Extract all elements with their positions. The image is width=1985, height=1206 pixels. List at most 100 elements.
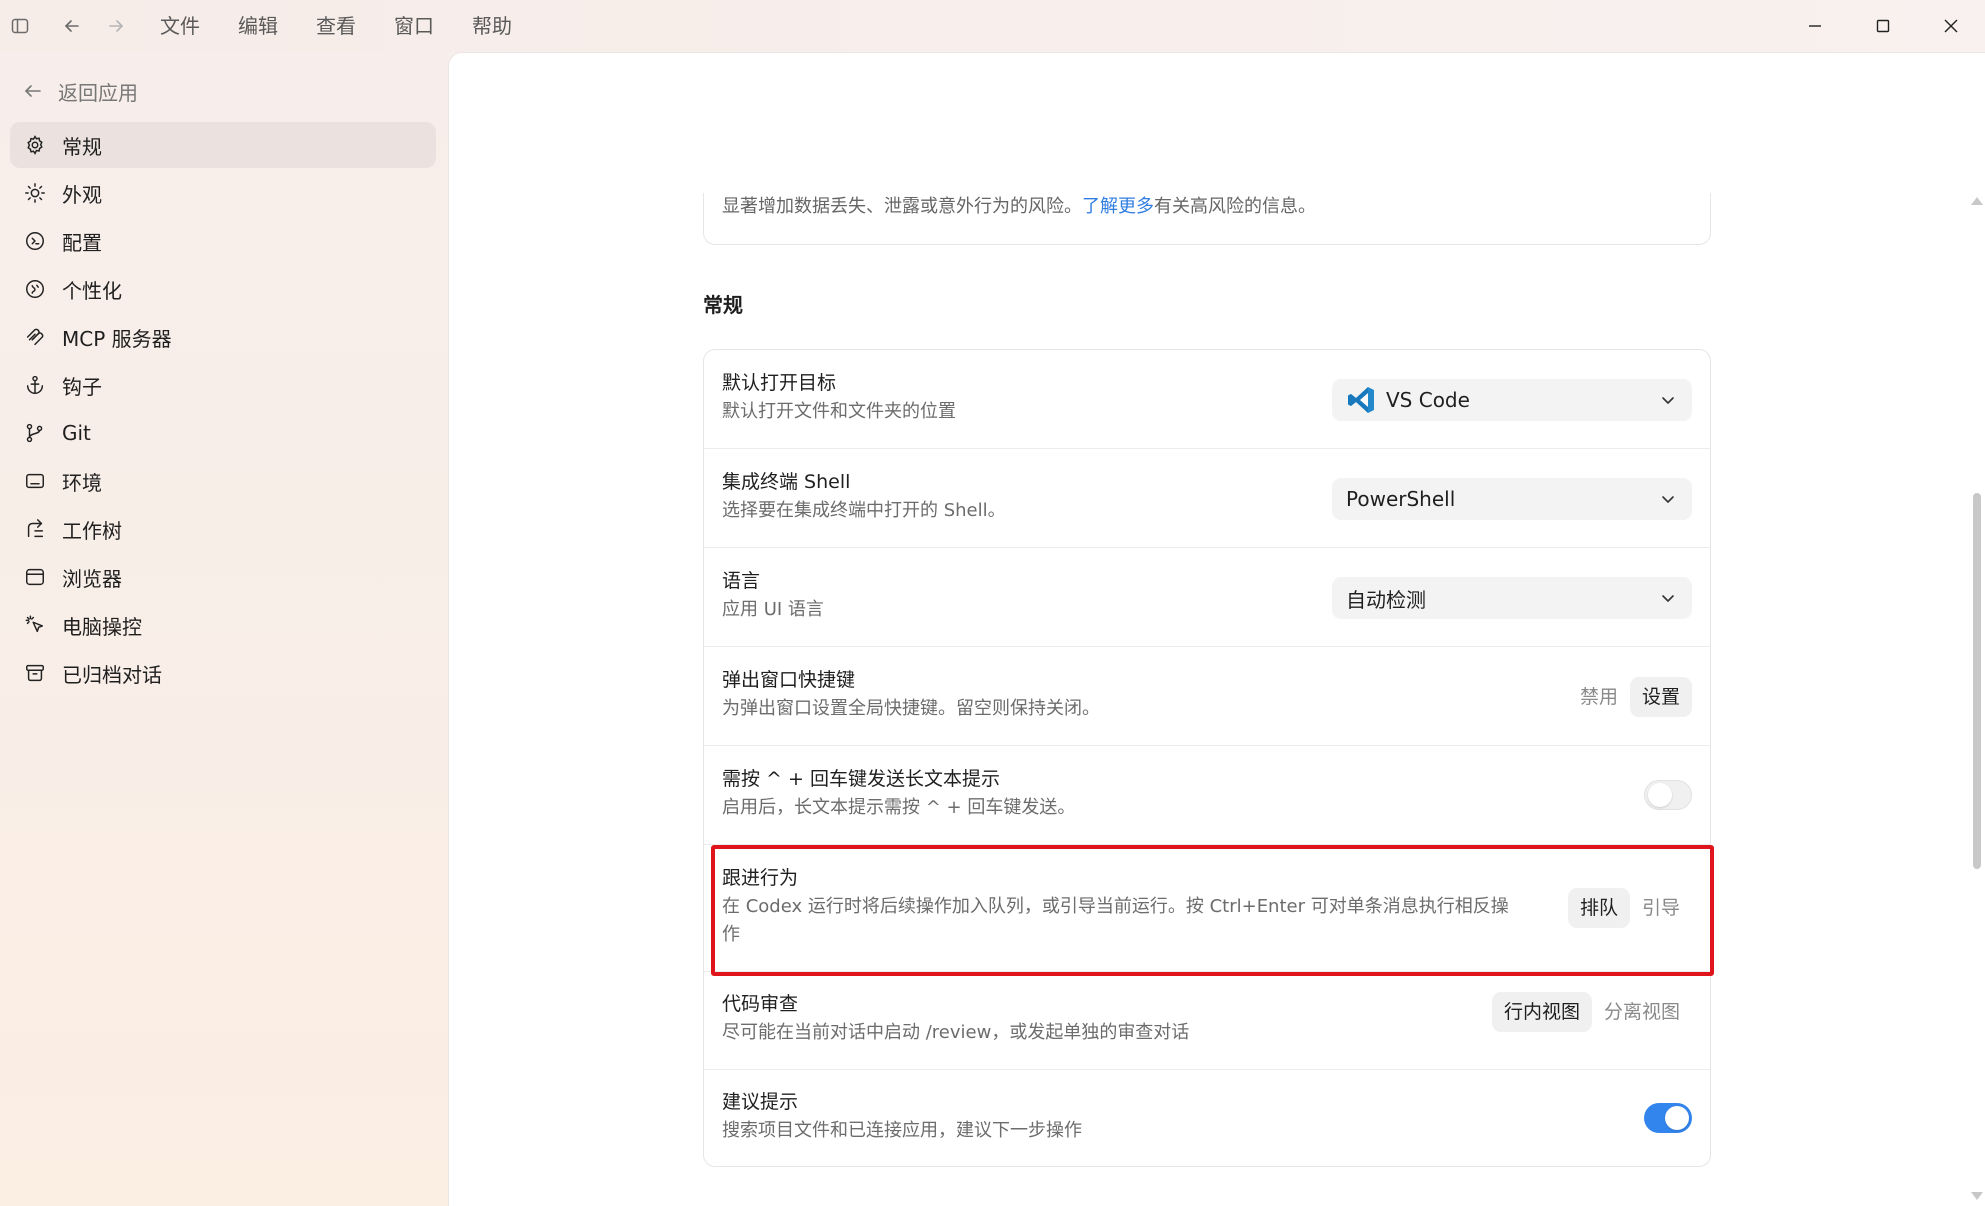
sidebar-item-label: 浏览器: [62, 566, 122, 591]
setting-label: 代码审查: [722, 993, 799, 1015]
setting-label: 语言: [722, 570, 761, 592]
setting-label: 建议提示: [722, 1091, 799, 1113]
chevron-down-icon: [1662, 397, 1674, 404]
worktree-icon: [23, 517, 47, 541]
menu-view[interactable]: 查看: [316, 0, 356, 52]
code-review-option-inline[interactable]: 行内视图: [1491, 992, 1592, 1032]
browser-icon: [23, 565, 47, 589]
sidebar-toggle-icon[interactable]: [2, 0, 38, 52]
sidebar-item-browser[interactable]: 浏览器: [10, 554, 436, 600]
toggle-knob: [1665, 1106, 1689, 1130]
setting-description: 应用 UI 语言: [722, 599, 824, 620]
mcp-icon: [23, 325, 47, 349]
minimize-icon[interactable]: [1781, 0, 1849, 52]
config-icon: [23, 229, 47, 253]
setting-description: 为弹出窗口设置全局快捷键。留空则保持关闭。: [722, 698, 1100, 719]
setting-description: 搜索项目文件和已连接应用，建议下一步操作: [722, 1120, 1082, 1141]
git-branch-icon: [23, 421, 47, 445]
vscode-icon: [1348, 387, 1374, 413]
select-value: PowerShell: [1346, 487, 1456, 511]
settings-content: 显著增加数据丢失、泄露或意外行为的风险。 了解更多 有关高风险的信息。 常规 默认打…: [448, 52, 1985, 1206]
back-to-app-link[interactable]: 返回应用: [22, 74, 138, 108]
sidebar-item-label: 已归档对话: [62, 662, 162, 687]
setting-description: 在 Codex 运行时将后续操作加入队列，或引导当前运行。按 Ctrl+Ente…: [722, 896, 1509, 945]
title-bar: 文件 编辑 查看 窗口 帮助: [0, 0, 1985, 52]
open-target-select[interactable]: VS Code: [1332, 379, 1692, 421]
sidebar-nav: 常规 外观 配置 个性化 MCP 服务器 钩子 Git 环境 工作树 浏览器 电…: [10, 122, 436, 698]
suggestions-toggle[interactable]: [1644, 1103, 1692, 1133]
menu-edit[interactable]: 编辑: [238, 0, 278, 52]
sidebar-item-computer-control[interactable]: 电脑操控: [10, 602, 436, 648]
sidebar-item-environment[interactable]: 环境: [10, 458, 436, 504]
sidebar-item-archived[interactable]: 已归档对话: [10, 650, 436, 696]
setting-description: 选择要在集成终端中打开的 Shell。: [722, 500, 1006, 521]
sidebar-item-label: 常规: [62, 134, 102, 159]
chevron-down-icon: [1662, 595, 1674, 602]
code-review-segmented: 行内视图 分离视图: [1491, 992, 1692, 1032]
back-arrow-icon: [25, 85, 41, 97]
menu-help[interactable]: 帮助: [472, 0, 512, 52]
setting-row-follow-up: 跟进行为 在 Codex 运行时将后续操作加入队列，或引导当前运行。按 Ctrl…: [704, 845, 1710, 972]
setting-description: 启用后，长文本提示需按 ^ + 回车键发送。: [722, 797, 1076, 818]
sidebar-item-appearance[interactable]: 外观: [10, 170, 436, 216]
long-prompt-toggle[interactable]: [1644, 780, 1692, 810]
sidebar-item-label: 外观: [62, 182, 102, 207]
general-settings-card: 默认打开目标 默认打开文件和文件夹的位置 VS Code 集成终端 Shell …: [703, 349, 1711, 1167]
sidebar-item-label: 电脑操控: [62, 614, 142, 639]
gear-icon: [23, 133, 47, 157]
menu-bar: 文件 编辑 查看 窗口 帮助: [160, 0, 550, 52]
setting-label: 跟进行为: [722, 867, 799, 889]
menu-window[interactable]: 窗口: [394, 0, 434, 52]
back-arrow-icon[interactable]: [50, 0, 94, 52]
maximize-icon[interactable]: [1849, 0, 1917, 52]
risk-warning-text-suffix: 有关高风险的信息。: [1154, 196, 1316, 217]
sidebar-item-label: 配置: [62, 230, 102, 255]
disable-hotkey-button[interactable]: 禁用: [1568, 677, 1630, 717]
setting-row-code-review: 代码审查 尽可能在当前对话中启动 /review，或发起单独的审查对话 行内视图…: [704, 972, 1710, 1070]
sidebar-item-mcp[interactable]: MCP 服务器: [10, 314, 436, 360]
shell-select[interactable]: PowerShell: [1332, 478, 1692, 520]
sidebar-item-general[interactable]: 常规: [10, 122, 436, 168]
setting-label: 集成终端 Shell: [722, 471, 851, 493]
scroll-down-arrow[interactable]: [1971, 1192, 1983, 1200]
sidebar-item-config[interactable]: 配置: [10, 218, 436, 264]
risk-warning-card: 显著增加数据丢失、泄露或意外行为的风险。 了解更多 有关高风险的信息。: [703, 193, 1711, 245]
personalize-icon: [23, 277, 47, 301]
setting-description: 默认打开文件和文件夹的位置: [722, 401, 956, 422]
sidebar-item-git[interactable]: Git: [10, 410, 436, 456]
learn-more-link[interactable]: 了解更多: [1082, 196, 1154, 218]
scroll-up-arrow[interactable]: [1971, 197, 1983, 205]
sidebar-item-worktree[interactable]: 工作树: [10, 506, 436, 552]
follow-up-option-steer[interactable]: 引导: [1630, 888, 1692, 928]
sidebar-item-label: 个性化: [62, 278, 122, 303]
follow-up-option-queue[interactable]: 排队: [1567, 888, 1630, 928]
forward-arrow-icon[interactable]: [94, 0, 138, 52]
chevron-down-icon: [1662, 496, 1674, 503]
set-hotkey-button[interactable]: 设置: [1629, 677, 1692, 717]
pointer-click-icon: [23, 613, 47, 637]
setting-row-long-prompt: 需按 ^ + 回车键发送长文本提示 启用后，长文本提示需按 ^ + 回车键发送。: [704, 746, 1710, 845]
sidebar-item-hooks[interactable]: 钩子: [10, 362, 436, 408]
sidebar-item-personalize[interactable]: 个性化: [10, 266, 436, 312]
sidebar-item-label: MCP 服务器: [62, 326, 172, 351]
scrollbar-thumb[interactable]: [1973, 493, 1981, 869]
follow-up-segmented: 排队 引导: [1567, 888, 1692, 928]
risk-warning-text: 显著增加数据丢失、泄露或意外行为的风险。: [722, 196, 1082, 217]
back-to-app-label: 返回应用: [58, 80, 138, 105]
setting-label: 需按 ^ + 回车键发送长文本提示: [722, 768, 1000, 790]
code-review-option-detached[interactable]: 分离视图: [1592, 992, 1692, 1032]
menu-file[interactable]: 文件: [160, 0, 200, 52]
select-value: VS Code: [1386, 388, 1470, 412]
sun-icon: [23, 181, 47, 205]
setting-row-shell: 集成终端 Shell 选择要在集成终端中打开的 Shell。 PowerShel…: [704, 449, 1710, 548]
sidebar-item-label: Git: [62, 421, 91, 445]
setting-label: 默认打开目标: [722, 372, 837, 394]
setting-row-language: 语言 应用 UI 语言 自动检测: [704, 548, 1710, 647]
window-controls: [1781, 0, 1985, 52]
close-icon[interactable]: [1917, 0, 1985, 52]
sidebar-item-label: 环境: [62, 470, 102, 495]
setting-row-open-target: 默认打开目标 默认打开文件和文件夹的位置 VS Code: [704, 350, 1710, 449]
settings-sidebar: 返回应用 常规 外观 配置 个性化 MCP 服务器 钩子 Git 环境 工作树 …: [0, 52, 448, 1206]
language-select[interactable]: 自动检测: [1332, 577, 1692, 619]
setting-row-hotkey: 弹出窗口快捷键 为弹出窗口设置全局快捷键。留空则保持关闭。 禁用 设置: [704, 647, 1710, 746]
